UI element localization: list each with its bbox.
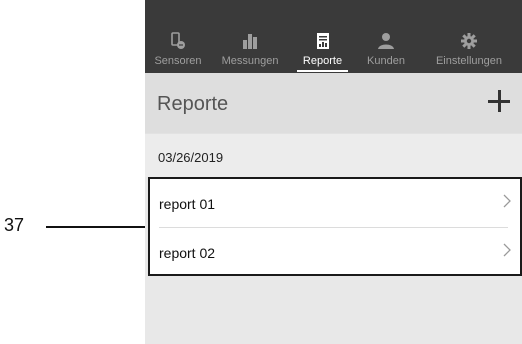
nav-tab-reporte[interactable]: Reporte: [289, 0, 356, 73]
plus-icon[interactable]: [488, 90, 510, 112]
page-title: Reporte: [157, 93, 229, 115]
sensor-icon: [171, 32, 185, 49]
nav-label: Messungen: [221, 55, 279, 67]
nav-label: Sensoren: [154, 55, 202, 67]
nav-label: Einstellungen: [435, 55, 503, 67]
nav-tab-kunden[interactable]: Kunden: [356, 0, 416, 73]
report-row[interactable]: report 01: [150, 179, 520, 228]
report-name: report 01: [159, 196, 216, 212]
bar-chart-icon: [243, 34, 257, 49]
nav-tab-sensoren[interactable]: Sensoren: [145, 0, 211, 73]
chevron-right-icon: [503, 243, 511, 257]
report-list: report 01 report 02: [148, 177, 522, 276]
report-date: 03/26/2019: [158, 150, 224, 165]
nav-label: Reporte: [302, 55, 343, 67]
report-document-icon: [316, 33, 329, 49]
gear-icon: [461, 33, 477, 49]
nav-label: Kunden: [367, 55, 405, 67]
callout-line: [46, 226, 148, 228]
chevron-right-icon: [503, 194, 511, 208]
date-group-header: 03/26/2019: [145, 133, 522, 177]
nav-tab-messungen[interactable]: Messungen: [211, 0, 289, 73]
user-icon: [378, 33, 394, 49]
page-header: Reporte: [145, 73, 522, 133]
nav-tab-einstellungen[interactable]: Einstellungen: [416, 0, 522, 73]
callout-number: 37: [4, 215, 25, 235]
app-screen: Sensoren Messungen Reporte Kunden Einste…: [145, 0, 522, 344]
report-name: report 02: [159, 245, 216, 261]
bottom-nav-bar: Sensoren Messungen Reporte Kunden Einste…: [145, 0, 522, 73]
report-row[interactable]: report 02: [150, 228, 520, 276]
